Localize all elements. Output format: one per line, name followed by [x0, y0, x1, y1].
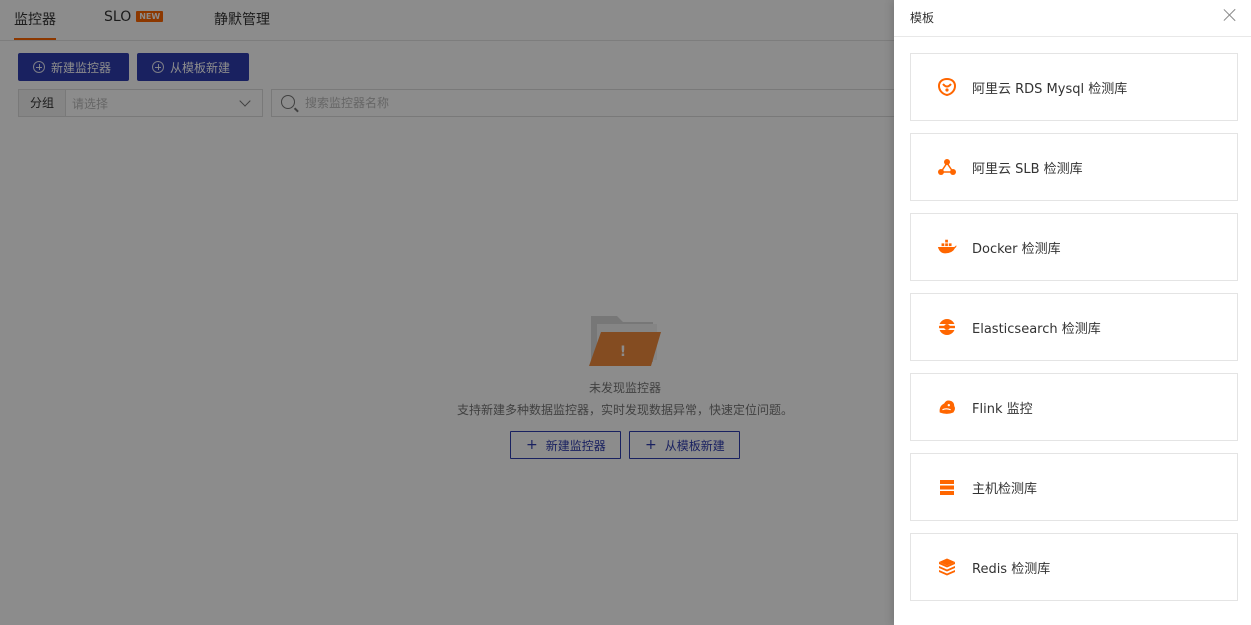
elasticsearch-icon: [937, 317, 957, 337]
flink-icon: [937, 397, 957, 417]
template-card-host[interactable]: 主机检测库: [910, 453, 1238, 521]
rds-icon: [937, 77, 957, 97]
template-list: 阿里云 RDS Mysql 检测库 阿里云 SLB 检测库 Docker 检测库…: [910, 53, 1238, 613]
template-label: 阿里云 RDS Mysql 检测库: [972, 81, 1128, 97]
host-icon: [937, 477, 957, 497]
template-card-docker[interactable]: Docker 检测库: [910, 213, 1238, 281]
template-label: Redis 检测库: [972, 561, 1051, 577]
drawer-title: 模板: [910, 11, 935, 25]
docker-icon: [937, 237, 957, 257]
template-card-rds[interactable]: 阿里云 RDS Mysql 检测库: [910, 53, 1238, 121]
template-label: Elasticsearch 检测库: [972, 321, 1101, 337]
redis-icon: [937, 557, 957, 577]
template-card-flink[interactable]: Flink 监控: [910, 373, 1238, 441]
template-label: 阿里云 SLB 检测库: [972, 161, 1083, 177]
template-card-redis[interactable]: Redis 检测库: [910, 533, 1238, 601]
template-drawer: 模板 阿里云 RDS Mysql 检测库 阿里云 SLB 检测库 Docker …: [894, 0, 1251, 625]
template-card-elasticsearch[interactable]: Elasticsearch 检测库: [910, 293, 1238, 361]
close-icon[interactable]: [1223, 8, 1237, 22]
template-card-slb[interactable]: 阿里云 SLB 检测库: [910, 133, 1238, 201]
drawer-header: 模板: [894, 0, 1251, 37]
slb-icon: [937, 157, 957, 177]
template-label: Flink 监控: [972, 401, 1033, 417]
template-label: 主机检测库: [972, 481, 1038, 497]
template-label: Docker 检测库: [972, 241, 1061, 257]
